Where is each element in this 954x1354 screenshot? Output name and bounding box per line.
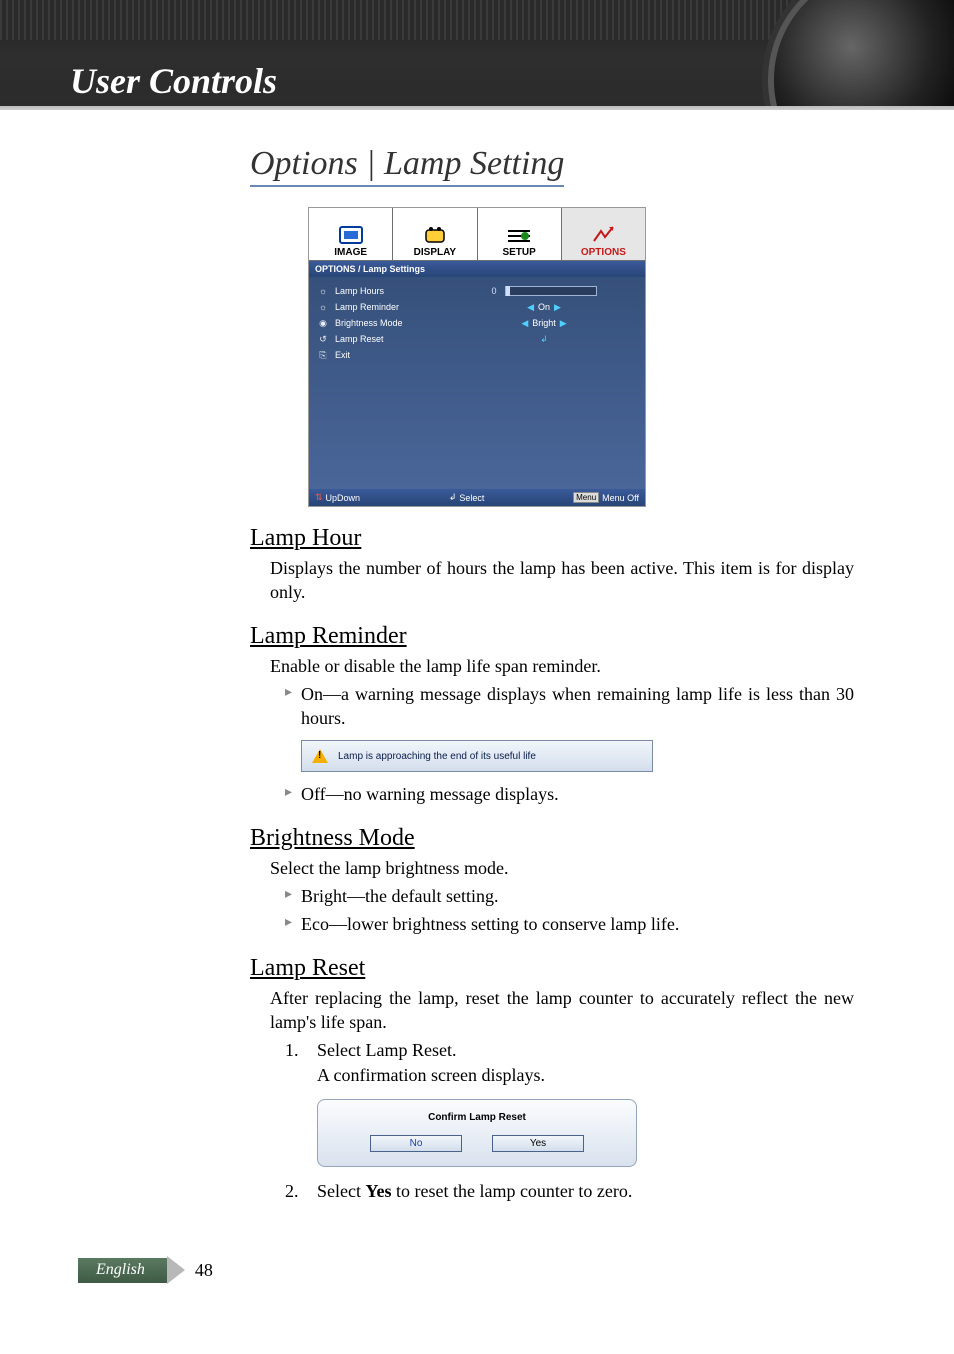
footer-language: English <box>78 1258 167 1283</box>
heading-lamp-reset: Lamp Reset <box>250 955 854 982</box>
updown-icon: ⇅ <box>315 492 323 503</box>
page-footer: English 48 <box>78 1256 213 1284</box>
brightness-icon: ◉ <box>317 318 329 329</box>
footer-chevron-icon <box>167 1256 185 1284</box>
step-1: 1. Select Lamp Reset. A confirmation scr… <box>285 1038 854 1087</box>
setup-icon <box>505 225 533 245</box>
lens-graphic <box>774 0 954 110</box>
page-title: Options | Lamp Setting <box>250 145 564 187</box>
bullet-on: On—a warning message displays when remai… <box>285 682 854 731</box>
osd-row-exit[interactable]: ⎘ Exit <box>317 347 637 363</box>
warning-icon <box>312 749 328 763</box>
osd-row-brightness-mode[interactable]: ◉ Brightness Mode ◀ Bright ▶ <box>317 315 637 331</box>
display-icon <box>421 225 449 245</box>
osd-row-lamp-reminder[interactable]: ☼ Lamp Reminder ◀ On ▶ <box>317 299 637 315</box>
osd-tabs: IMAGE DISPLAY SETUP <box>309 208 645 261</box>
exit-icon: ⎘ <box>317 350 329 361</box>
confirm-title: Confirm Lamp Reset <box>428 1112 526 1123</box>
arrow-right-icon[interactable]: ▶ <box>560 318 567 329</box>
osd-tab-setup[interactable]: SETUP <box>478 208 562 260</box>
heading-brightness-mode: Brightness Mode <box>250 825 854 852</box>
heading-lamp-hour: Lamp Hour <box>250 525 854 552</box>
osd-value: On <box>538 302 550 312</box>
osd-tab-options[interactable]: OPTIONS <box>562 208 645 260</box>
osd-panel: IMAGE DISPLAY SETUP <box>308 207 646 507</box>
step-2: 2. Select Yes to reset the lamp counter … <box>285 1179 854 1203</box>
header-band: User Controls <box>0 0 954 110</box>
osd-footer: ⇅UpDown ↲Select MenuMenu Off <box>309 489 645 506</box>
step-2-post: to reset the lamp counter to zero. <box>391 1181 632 1201</box>
osd-breadcrumb: OPTIONS / Lamp Settings <box>309 261 645 277</box>
text-lamp-reset: After replacing the lamp, reset the lamp… <box>270 986 854 1035</box>
text-lamp-hour: Displays the number of hours the lamp ha… <box>270 556 854 605</box>
osd-row-label: Brightness Mode <box>335 318 445 328</box>
options-icon <box>589 225 617 245</box>
step-1a: Select Lamp Reset. <box>317 1038 854 1062</box>
confirm-screenshot: Confirm Lamp Reset No Yes <box>317 1099 637 1167</box>
menu-pill: Menu <box>573 492 599 503</box>
bullet-eco: Eco—lower brightness setting to conserve… <box>285 912 854 936</box>
footer-page-number: 48 <box>195 1260 213 1281</box>
heading-lamp-reminder: Lamp Reminder <box>250 623 854 650</box>
osd-row-label: Exit <box>335 350 445 360</box>
osd-tab-label: SETUP <box>502 247 535 258</box>
arrow-right-icon[interactable]: ▶ <box>554 302 561 313</box>
osd-row-label: Lamp Hours <box>335 286 445 296</box>
warning-screenshot: Lamp is approaching the end of its usefu… <box>301 740 653 772</box>
warning-text: Lamp is approaching the end of its usefu… <box>338 751 536 762</box>
lamp-icon: ☼ <box>317 286 329 296</box>
bullet-bright: Bright—the default setting. <box>285 884 854 908</box>
step-1b: A confirmation screen displays. <box>317 1063 854 1087</box>
text-lamp-reminder: Enable or disable the lamp life span rem… <box>270 654 854 678</box>
osd-row-lamp-reset[interactable]: ↺ Lamp Reset ↲ <box>317 331 637 347</box>
osd-tab-label: DISPLAY <box>414 247 456 258</box>
confirm-no-button[interactable]: No <box>370 1135 462 1152</box>
osd-row-label: Lamp Reminder <box>335 302 445 312</box>
osd-row-label: Lamp Reset <box>335 334 445 344</box>
reset-icon: ↺ <box>317 334 329 345</box>
image-icon <box>337 225 365 245</box>
osd-value: 0 <box>491 286 496 296</box>
text-brightness-mode: Select the lamp brightness mode. <box>270 856 854 880</box>
bullet-off: Off—no warning message displays. <box>285 782 854 806</box>
osd-tab-display[interactable]: DISPLAY <box>393 208 477 260</box>
osd-row-lamp-hours: ☼ Lamp Hours 0 <box>317 283 637 299</box>
enter-icon: ↲ <box>449 492 457 503</box>
osd-tab-label: IMAGE <box>334 247 367 258</box>
osd-tab-label: OPTIONS <box>581 247 626 258</box>
section-title: User Controls <box>70 60 277 102</box>
slider[interactable] <box>505 286 597 296</box>
osd-footer-updown: UpDown <box>326 493 361 503</box>
osd-body: ☼ Lamp Hours 0 ☼ Lamp Reminder ◀ On ▶ ◉ Br… <box>309 277 645 489</box>
arrow-left-icon[interactable]: ◀ <box>527 302 534 313</box>
arrow-left-icon[interactable]: ◀ <box>521 318 528 329</box>
osd-tab-image[interactable]: IMAGE <box>309 208 393 260</box>
step-2-bold: Yes <box>365 1181 391 1201</box>
step-2-pre: Select <box>317 1181 365 1201</box>
osd-value: Bright <box>532 318 556 328</box>
enter-icon[interactable]: ↲ <box>540 334 548 345</box>
confirm-yes-button[interactable]: Yes <box>492 1135 584 1152</box>
osd-footer-menuoff: Menu Off <box>602 493 639 503</box>
lamp-icon: ☼ <box>317 302 329 312</box>
osd-footer-select: Select <box>459 493 484 503</box>
